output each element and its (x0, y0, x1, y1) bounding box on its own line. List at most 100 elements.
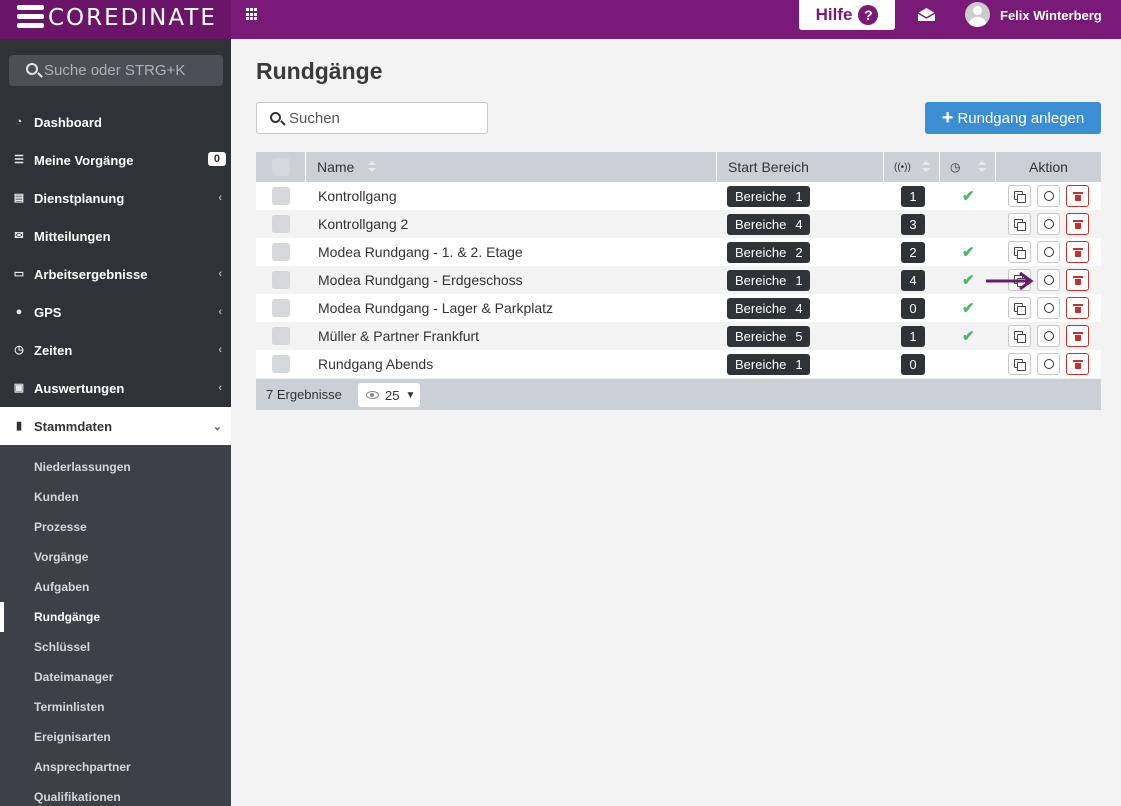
delete-button[interactable] (1066, 353, 1089, 375)
user-name[interactable]: Felix Winterberg (1000, 8, 1102, 23)
add-rundgang-button[interactable]: + Rundgang anlegen (925, 102, 1101, 134)
copy-button[interactable] (1008, 185, 1031, 207)
copy-button[interactable] (1008, 325, 1031, 347)
row-checkbox[interactable] (272, 243, 290, 261)
table-row[interactable]: Kontrollgang 2 Bereiche 4 3 (256, 210, 1101, 238)
row-name[interactable]: Kontrollgang (318, 182, 397, 210)
delete-button[interactable] (1066, 325, 1089, 347)
submenu-item-dateimanager[interactable]: Dateimanager (0, 662, 231, 692)
copy-button[interactable] (1008, 213, 1031, 235)
select-all-checkbox[interactable] (271, 158, 290, 176)
row-checkbox[interactable] (272, 327, 290, 345)
table-row[interactable]: Modea Rundgang - Erdgeschoss Bereiche 1 4… (256, 266, 1101, 294)
apps-grid-icon[interactable] (246, 8, 259, 21)
sidebar-item-zeiten[interactable]: ◷ Zeiten ‹ (0, 331, 231, 369)
submenu-item-terminlisten[interactable]: Terminlisten (0, 692, 231, 722)
search-icon (26, 63, 38, 75)
sidebar-item-gps[interactable]: ● GPS ‹ (0, 293, 231, 331)
delete-button[interactable] (1066, 241, 1089, 263)
help-button[interactable]: Hilfe ? (799, 0, 895, 30)
bereiche-badge[interactable]: Bereiche 1 (727, 353, 810, 375)
copy-icon (1014, 190, 1026, 203)
column-header-signal[interactable]: ((•)) (884, 152, 940, 182)
sidebar-search-input[interactable]: Suche oder STRG+K (9, 55, 223, 86)
row-checkbox-cell (272, 210, 290, 238)
submenu-item-aufgaben[interactable]: Aufgaben (0, 572, 231, 602)
bereiche-count: 1 (795, 188, 803, 204)
delete-button[interactable] (1066, 213, 1089, 235)
row-checkbox[interactable] (272, 299, 290, 317)
bereiche-badge[interactable]: Bereiche 2 (727, 241, 810, 263)
row-name[interactable]: Rundgang Abends (318, 350, 433, 378)
row-name[interactable]: Modea Rundgang - Erdgeschoss (318, 266, 523, 294)
bereiche-badge[interactable]: Bereiche 4 (727, 297, 810, 319)
submenu-item-ereignisarten[interactable]: Ereignisarten (0, 722, 231, 752)
row-checkbox[interactable] (272, 215, 290, 233)
submenu-item-schluessel[interactable]: Schlüssel (0, 632, 231, 662)
table-row[interactable]: Modea Rundgang - 1. & 2. Etage Bereiche 2… (256, 238, 1101, 266)
toggle-button[interactable] (1037, 241, 1060, 263)
row-name[interactable]: Modea Rundgang - 1. & 2. Etage (318, 238, 523, 266)
sidebar-item-auswertungen[interactable]: ▣ Auswertungen ‹ (0, 369, 231, 407)
row-checkbox[interactable] (272, 187, 290, 205)
sidebar-item-dashboard[interactable]: ◔ Dashboard (0, 103, 231, 141)
search-input[interactable]: Suchen (256, 102, 488, 134)
row-name[interactable]: Kontrollgang 2 (318, 210, 408, 238)
bereiche-label: Bereiche (735, 328, 787, 344)
trash-icon (1072, 303, 1083, 313)
check-icon: ✔ (962, 188, 975, 205)
sidebar-item-mitteilungen[interactable]: ✉ Mitteilungen (0, 217, 231, 255)
submenu-item-vorgaenge[interactable]: Vorgänge (0, 542, 231, 572)
column-header-label: Aktion (1029, 159, 1068, 175)
sidebar-item-stammdaten[interactable]: ▮ Stammdaten ⌄ (0, 407, 231, 445)
trash-icon (1072, 247, 1083, 257)
submenu-item-qualifikationen[interactable]: Qualifikationen (0, 782, 231, 806)
copy-button[interactable] (1008, 353, 1031, 375)
submenu-item-rundgaenge[interactable]: Rundgänge (0, 602, 231, 632)
table-row[interactable]: Modea Rundgang - Lager & Parkplatz Berei… (256, 294, 1101, 322)
delete-button[interactable] (1066, 269, 1089, 291)
bereiche-count: 2 (795, 244, 803, 260)
sidebar-item-label: Dashboard (34, 114, 102, 130)
table-row[interactable]: Kontrollgang Bereiche 1 1 ✔ (256, 182, 1101, 210)
row-checkbox[interactable] (272, 271, 290, 289)
toggle-button[interactable] (1037, 325, 1060, 347)
copy-button[interactable] (1008, 241, 1031, 263)
sidebar-item-arbeitsergebnisse[interactable]: ▭ Arbeitsergebnisse ‹ (0, 255, 231, 293)
row-checkbox[interactable] (272, 355, 290, 373)
copy-button[interactable] (1008, 297, 1031, 319)
delete-button[interactable] (1066, 185, 1089, 207)
avatar[interactable] (965, 2, 990, 27)
table-row[interactable]: Müller & Partner Frankfurt Bereiche 5 1 ✔ (256, 322, 1101, 350)
toggle-button[interactable] (1037, 269, 1060, 291)
brand[interactable]: COREDINATE (0, 0, 231, 39)
column-header-start-bereich[interactable]: Start Bereich (717, 152, 884, 182)
toggle-button[interactable] (1037, 297, 1060, 319)
bereiche-badge[interactable]: Bereiche 1 (727, 269, 810, 291)
page-size-select[interactable]: 25 ▼ (358, 383, 420, 407)
toggle-button[interactable] (1037, 213, 1060, 235)
toggle-button[interactable] (1037, 185, 1060, 207)
toggle-button[interactable] (1037, 353, 1060, 375)
submenu-item-niederlassungen[interactable]: Niederlassungen (0, 452, 231, 482)
envelope-open-icon[interactable] (917, 7, 936, 22)
circle-icon (1043, 219, 1054, 229)
row-name[interactable]: Müller & Partner Frankfurt (318, 322, 479, 350)
sidebar-item-meine-vorgaenge[interactable]: ☰ Meine Vorgänge 0 (0, 141, 231, 179)
bereiche-badge[interactable]: Bereiche 4 (727, 213, 810, 235)
sidebar-item-dienstplanung[interactable]: ▤ Dienstplanung ‹ (0, 179, 231, 217)
column-header-time[interactable]: ◷ (940, 152, 996, 182)
circle-icon (1043, 303, 1054, 313)
column-header-name[interactable]: Name (306, 152, 717, 182)
sidebar-item-label: Mitteilungen (34, 228, 111, 244)
submenu-item-prozesse[interactable]: Prozesse (0, 512, 231, 542)
row-name[interactable]: Modea Rundgang - Lager & Parkplatz (318, 294, 553, 322)
search-icon (270, 112, 281, 123)
monitor-icon: ▭ (13, 268, 25, 280)
submenu-item-kunden[interactable]: Kunden (0, 482, 231, 512)
delete-button[interactable] (1066, 297, 1089, 319)
bereiche-badge[interactable]: Bereiche 5 (727, 325, 810, 347)
submenu-item-ansprechpartner[interactable]: Ansprechpartner (0, 752, 231, 782)
table-row[interactable]: Rundgang Abends Bereiche 1 0 (256, 350, 1101, 378)
bereiche-badge[interactable]: Bereiche 1 (727, 185, 810, 207)
